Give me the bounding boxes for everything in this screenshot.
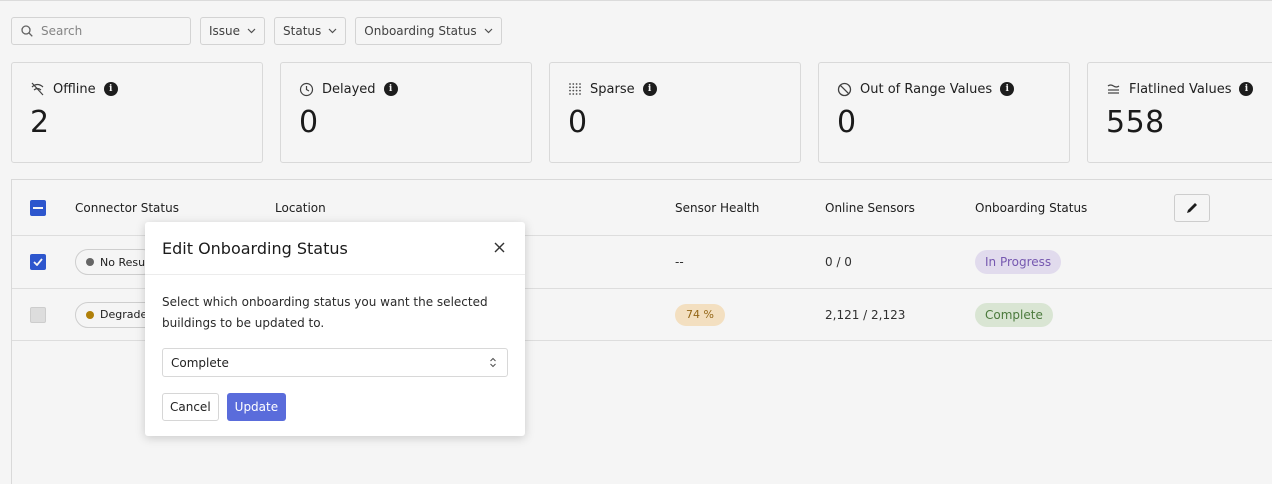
page: Issue Status Onboarding Status Offline i — [0, 0, 1272, 484]
close-icon — [494, 242, 504, 253]
modal-description: Select which onboarding status you want … — [162, 295, 488, 330]
modal-actions: Cancel Update — [162, 393, 509, 421]
onboarding-status-select[interactable]: Complete — [162, 348, 508, 377]
modal-header: Edit Onboarding Status — [145, 222, 525, 275]
close-button[interactable] — [489, 239, 509, 257]
update-button[interactable]: Update — [226, 393, 287, 421]
modal-title: Edit Onboarding Status — [162, 238, 348, 258]
edit-onboarding-modal: Edit Onboarding Status Select which onbo… — [145, 222, 525, 436]
select-value: Complete — [171, 355, 229, 370]
chevron-updown-icon — [490, 357, 496, 368]
modal-body: Select which onboarding status you want … — [145, 275, 525, 421]
cancel-button[interactable]: Cancel — [162, 393, 219, 421]
